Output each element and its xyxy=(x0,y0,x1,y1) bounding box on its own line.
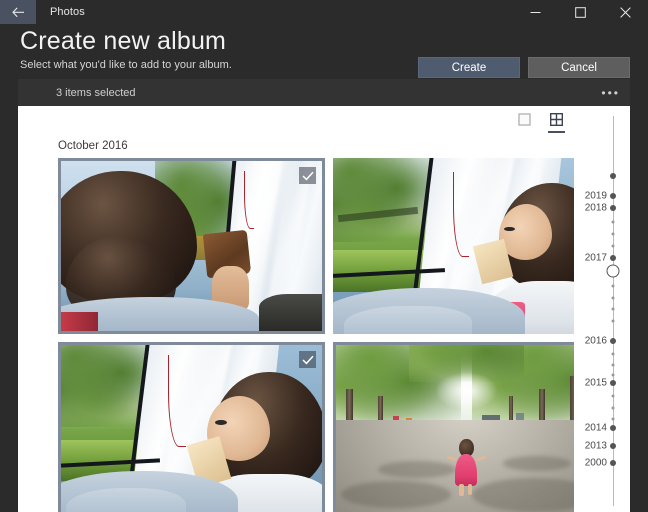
timeline-dot[interactable] xyxy=(611,284,615,288)
app-title: Photos xyxy=(50,6,85,18)
header-actions: Create Cancel xyxy=(418,57,630,78)
caption-buttons xyxy=(513,0,648,24)
gallery-pane: October 2016 2019 2018 2017 2016 2015 20… xyxy=(18,106,630,512)
page-title: Create new album xyxy=(20,27,227,55)
timeline-dot[interactable] xyxy=(611,406,615,410)
close-icon xyxy=(620,6,631,18)
timeline-dot[interactable] xyxy=(611,296,615,300)
timeline-dot[interactable] xyxy=(611,220,615,224)
timeline-dot[interactable] xyxy=(611,244,615,248)
timeline-dot[interactable] xyxy=(611,363,615,367)
timeline-year-label[interactable]: 2013 xyxy=(585,441,607,452)
view-single-button[interactable] xyxy=(515,111,534,133)
view-medium-grid-underline xyxy=(548,130,565,133)
checkmark-icon xyxy=(301,355,314,364)
selection-count-label: 3 items selected xyxy=(56,86,136,99)
photo-scene-tent-side xyxy=(333,158,600,334)
timeline-dot[interactable] xyxy=(610,338,616,344)
photo-tile[interactable] xyxy=(58,342,325,512)
selection-bar: 3 items selected ••• xyxy=(18,79,630,106)
photo-thumbnail xyxy=(336,345,597,512)
timeline-dot[interactable] xyxy=(611,352,615,356)
timeline-dot[interactable] xyxy=(610,425,616,431)
timeline-dot[interactable] xyxy=(611,307,615,311)
maximize-icon xyxy=(575,6,586,18)
photo-scene-tent-side xyxy=(61,345,322,512)
timeline-dot[interactable] xyxy=(610,443,616,449)
timeline-dot[interactable] xyxy=(611,373,615,377)
timeline-year-label[interactable]: 2016 xyxy=(585,336,607,347)
photo-selected-check[interactable] xyxy=(299,167,316,184)
photo-thumbnail xyxy=(61,161,322,331)
timeline-dot[interactable] xyxy=(611,394,615,398)
ellipsis-icon[interactable]: ••• xyxy=(601,79,620,106)
timeline-year-label[interactable]: 2015 xyxy=(585,378,607,389)
timeline-scrubber[interactable]: 2019 2018 2017 2016 2015 2014 2013 2000 xyxy=(574,106,630,512)
page-subtitle: Select what you'd like to add to your al… xyxy=(20,59,232,71)
single-square-icon xyxy=(518,113,531,126)
minimize-button[interactable] xyxy=(513,0,558,24)
timeline-year-label[interactable]: 2019 xyxy=(585,191,607,202)
photo-scene-road xyxy=(336,345,597,512)
cancel-button[interactable]: Cancel xyxy=(528,57,630,78)
back-button[interactable] xyxy=(0,0,36,24)
timeline-dot[interactable] xyxy=(610,205,616,211)
timeline-year-label[interactable]: 2000 xyxy=(585,458,607,469)
titlebar-drag-area xyxy=(85,0,513,24)
photo-grid xyxy=(18,158,630,512)
checkmark-icon xyxy=(301,171,314,180)
timeline-dot[interactable] xyxy=(610,380,616,386)
back-arrow-icon xyxy=(11,7,24,17)
minimize-icon xyxy=(530,11,541,13)
photo-tile[interactable] xyxy=(333,158,600,334)
grid-2x2-icon xyxy=(550,113,563,126)
timeline-dot[interactable] xyxy=(611,232,615,236)
timeline-dot[interactable] xyxy=(610,173,616,179)
photo-thumbnail xyxy=(61,345,322,512)
create-button[interactable]: Create xyxy=(418,57,520,78)
title-bar: Photos xyxy=(0,0,648,24)
timeline-dot[interactable] xyxy=(611,319,615,323)
timeline-dot[interactable] xyxy=(611,417,615,421)
view-medium-grid-button[interactable] xyxy=(547,111,566,133)
timeline-thumb-icon[interactable] xyxy=(606,264,620,278)
photo-tile[interactable] xyxy=(58,158,325,334)
view-options-bar xyxy=(18,106,630,138)
photo-scene-tent-back xyxy=(61,161,322,331)
month-heading: October 2016 xyxy=(58,140,128,152)
timeline-dot[interactable] xyxy=(610,255,616,261)
maximize-button[interactable] xyxy=(558,0,603,24)
photo-thumbnail xyxy=(333,158,600,334)
timeline-dot[interactable] xyxy=(610,460,616,466)
timeline-year-label[interactable]: 2014 xyxy=(585,423,607,434)
photos-app-window: Photos Create new album Select what you'… xyxy=(0,0,648,512)
timeline-year-label[interactable]: 2018 xyxy=(585,203,607,214)
page-header: Create new album Select what you'd like … xyxy=(0,24,648,78)
close-button[interactable] xyxy=(603,0,648,24)
photo-tile[interactable] xyxy=(333,342,600,512)
timeline-year-label[interactable]: 2017 xyxy=(585,253,607,264)
photo-selected-check[interactable] xyxy=(299,351,316,368)
timeline-dot[interactable] xyxy=(610,193,616,199)
header-text-block: Create new album Select what you'd like … xyxy=(20,26,232,73)
